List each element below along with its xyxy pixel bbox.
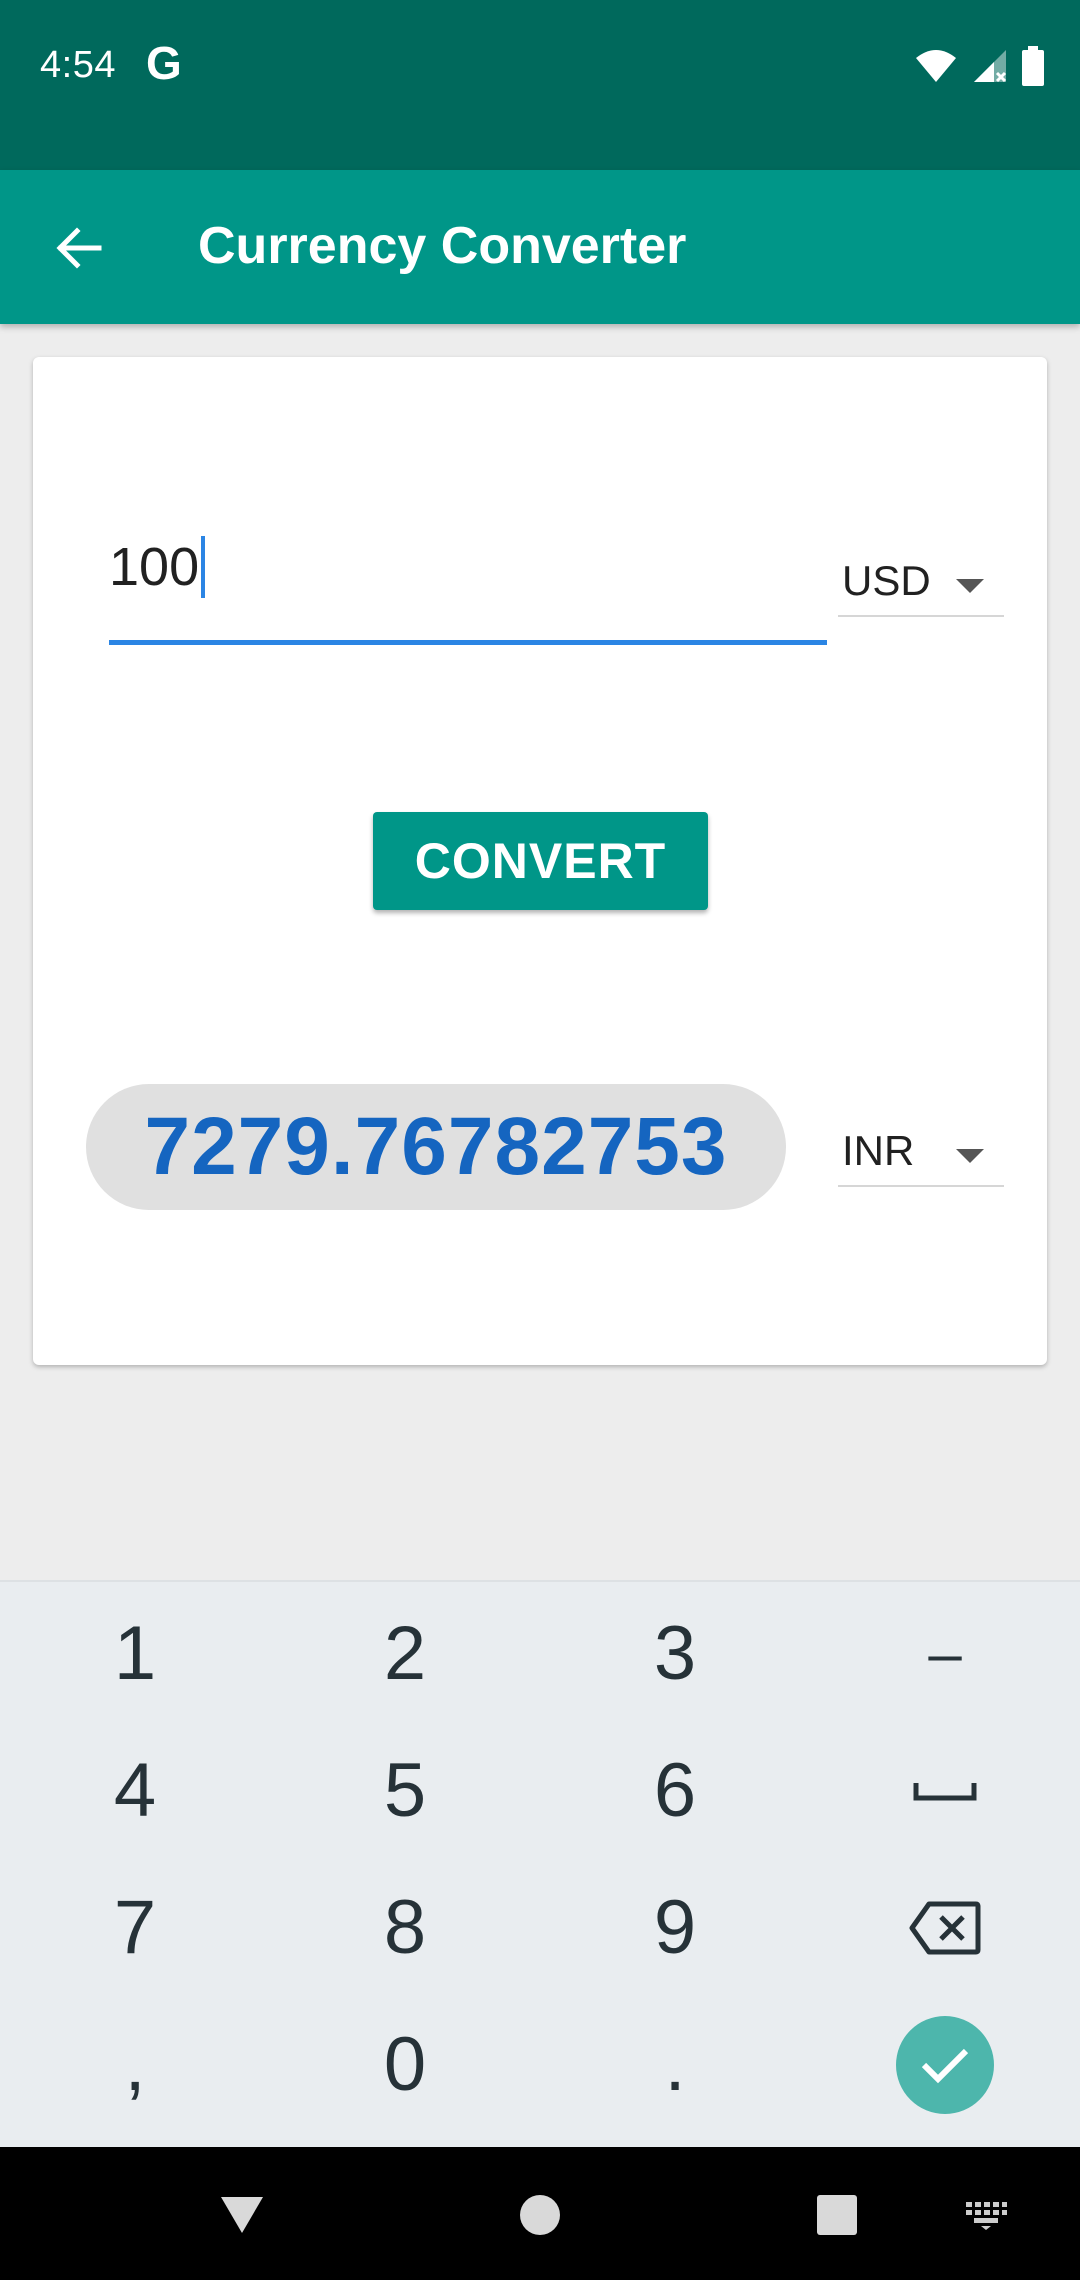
key-3[interactable]: 3 xyxy=(540,1585,810,1722)
amount-input-underline xyxy=(109,640,827,645)
from-currency-value: USD xyxy=(842,557,931,604)
backspace-icon xyxy=(909,1901,981,1954)
key-comma[interactable]: , xyxy=(0,1996,270,2133)
key-9[interactable]: 9 xyxy=(540,1859,810,1996)
nav-back-button[interactable] xyxy=(202,2175,282,2255)
key-8[interactable]: 8 xyxy=(270,1859,540,1996)
home-circle-icon xyxy=(520,2195,560,2235)
back-button[interactable] xyxy=(40,210,116,286)
done-key-circle xyxy=(896,2015,994,2114)
nav-keyboard-switch-button[interactable] xyxy=(946,2175,1026,2255)
keyboard-switch-icon xyxy=(966,2202,1007,2230)
recents-square-icon xyxy=(817,2195,857,2235)
key-done[interactable] xyxy=(810,1996,1080,2133)
wifi-icon xyxy=(916,50,956,82)
key-5[interactable]: 5 xyxy=(270,1722,540,1859)
text-cursor xyxy=(201,536,206,598)
dropdown-arrow-icon xyxy=(956,1149,984,1163)
back-triangle-icon xyxy=(221,2197,263,2233)
arrow-back-icon xyxy=(56,227,102,269)
key-period[interactable]: . xyxy=(540,1996,810,2133)
key-7[interactable]: 7 xyxy=(0,1859,270,1996)
status-icons xyxy=(914,44,1044,88)
amount-value: 100 xyxy=(109,537,200,597)
key-0[interactable]: 0 xyxy=(270,1996,540,2133)
google-g-icon: G xyxy=(146,37,182,89)
key-1[interactable]: 1 xyxy=(0,1585,270,1722)
key-4[interactable]: 4 xyxy=(0,1722,270,1859)
battery-icon xyxy=(1022,46,1044,86)
converter-card: 100 USD CONVERT 7279.76782753 INR xyxy=(33,357,1047,1365)
check-icon xyxy=(921,2048,969,2083)
convert-button[interactable]: CONVERT xyxy=(373,812,708,910)
key-2[interactable]: 2 xyxy=(270,1585,540,1722)
nav-home-button[interactable] xyxy=(500,2175,580,2255)
page-title: Currency Converter xyxy=(198,217,687,275)
signal-icon xyxy=(974,50,1007,83)
app-bar: Currency Converter xyxy=(0,170,1080,324)
key-space[interactable] xyxy=(810,1722,1080,1859)
key-backspace[interactable] xyxy=(810,1859,1080,1996)
space-icon xyxy=(913,1782,977,1800)
nav-recents-button[interactable] xyxy=(797,2175,877,2255)
result-display: 7279.76782753 xyxy=(86,1084,786,1210)
to-currency-dropdown[interactable]: INR xyxy=(838,1117,1004,1187)
key-minus[interactable]: – xyxy=(810,1585,1080,1722)
system-nav-bar xyxy=(0,2147,1080,2280)
dropdown-arrow-icon xyxy=(956,579,984,593)
key-6[interactable]: 6 xyxy=(540,1722,810,1859)
amount-input[interactable]: 100 xyxy=(109,531,827,603)
status-time: 4:54 xyxy=(40,44,116,86)
numeric-keyboard: 1 2 3 – 4 5 6 7 8 9 , 0 . xyxy=(0,1580,1080,2147)
from-currency-dropdown[interactable]: USD xyxy=(838,547,1004,617)
to-currency-value: INR xyxy=(842,1127,915,1174)
status-bar: 4:54 G xyxy=(0,0,1080,170)
